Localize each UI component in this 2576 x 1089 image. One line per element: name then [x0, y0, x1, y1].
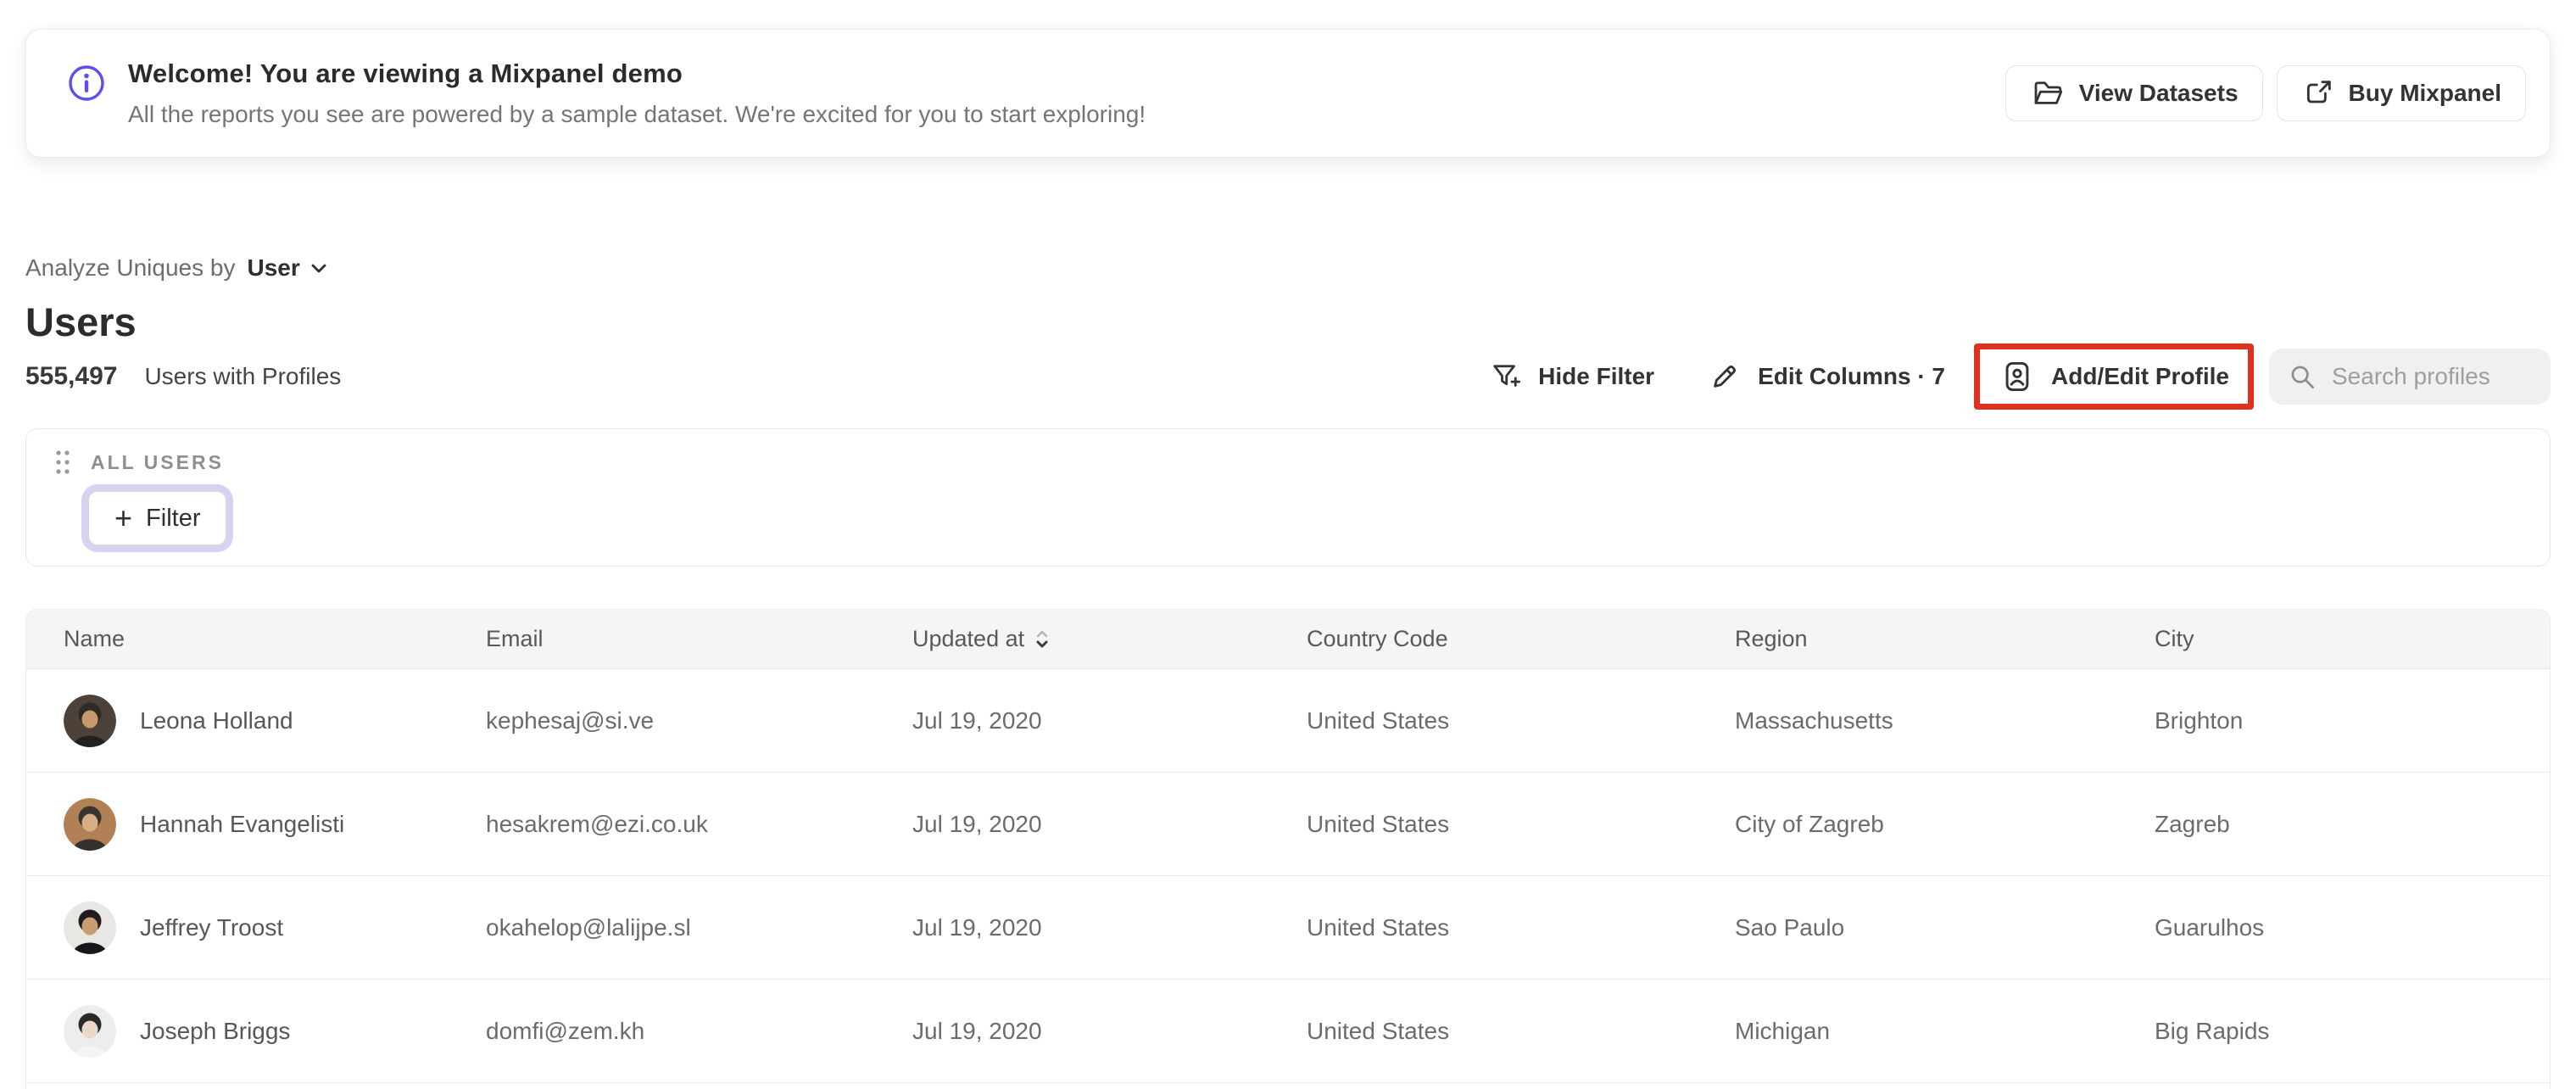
- user-email: domfi@zem.kh: [486, 1017, 645, 1044]
- analyze-uniques-dropdown[interactable]: User: [247, 254, 328, 282]
- plus-icon: +: [114, 500, 133, 535]
- user-city: Big Rapids: [2155, 1017, 2270, 1044]
- column-header-email[interactable]: Email: [486, 626, 912, 652]
- user-name-cell: Leona Holland: [64, 694, 486, 747]
- hide-filter-label: Hide Filter: [1538, 363, 1655, 389]
- view-datasets-label: View Datasets: [2078, 80, 2239, 106]
- sort-icon[interactable]: [1034, 628, 1050, 651]
- column-header-country-code[interactable]: Country Code: [1307, 626, 1735, 652]
- edit-columns-button[interactable]: Edit Columns · 7: [1707, 359, 1945, 394]
- banner-message: Welcome! You are viewing a Mixpanel demo…: [67, 59, 1146, 128]
- column-header-name[interactable]: Name: [64, 626, 486, 652]
- table-row[interactable]: [26, 1083, 2550, 1089]
- banner-actions: View Datasets Buy Mixpanel: [2004, 65, 2526, 121]
- user-name-cell: Hannah Evangelisti: [64, 797, 486, 851]
- add-filter-button[interactable]: + Filter: [87, 490, 228, 546]
- info-icon: [67, 64, 106, 103]
- page-title: Users: [25, 299, 137, 344]
- table-row[interactable]: Jeffrey Troost okahelop@lalijpe.sl Jul 1…: [26, 876, 2550, 980]
- banner-subtitle: All the reports you see are powered by a…: [128, 101, 1146, 127]
- user-updated-at: Jul 19, 2020: [912, 810, 1042, 837]
- user-email: hesakrem@ezi.co.uk: [486, 810, 708, 837]
- user-region: Michigan: [1735, 1017, 1831, 1044]
- user-updated-at: Jul 19, 2020: [912, 1017, 1042, 1044]
- buy-mixpanel-button[interactable]: Buy Mixpanel: [2276, 65, 2526, 121]
- chevron-down-icon: [309, 258, 329, 278]
- user-updated-at: Jul 19, 2020: [912, 913, 1042, 941]
- funnel-plus-icon: [1487, 359, 1523, 394]
- user-country: United States: [1307, 810, 1450, 837]
- external-link-icon: [2301, 76, 2335, 110]
- user-name-cell: Jeffrey Troost: [64, 901, 486, 954]
- filter-group-panel: ALL USERS + Filter: [25, 428, 2551, 567]
- user-country: United States: [1307, 706, 1450, 734]
- user-email: okahelop@lalijpe.sl: [486, 913, 691, 941]
- user-city: Brighton: [2155, 706, 2244, 734]
- avatar: [64, 694, 116, 747]
- analyze-uniques-row: Analyze Uniques by User: [25, 254, 329, 282]
- user-city: Guarulhos: [2155, 913, 2265, 941]
- column-header-updated-at[interactable]: Updated at: [912, 626, 1307, 652]
- profiles-count-label: Users with Profiles: [144, 363, 342, 389]
- folder-icon: [2030, 75, 2066, 111]
- user-name: Jeffrey Troost: [140, 913, 284, 941]
- table-row[interactable]: Leona Holland kephesaj@si.ve Jul 19, 202…: [26, 669, 2550, 773]
- user-region: Sao Paulo: [1735, 913, 1845, 941]
- analyze-uniques-label: Analyze Uniques by: [25, 254, 236, 281]
- column-header-city[interactable]: City: [2155, 626, 2550, 652]
- search-profiles-input[interactable]: [2332, 363, 2527, 390]
- avatar: [64, 901, 116, 954]
- user-country: United States: [1307, 913, 1450, 941]
- analyze-uniques-value: User: [247, 254, 300, 281]
- user-email: kephesaj@si.ve: [486, 706, 655, 734]
- table-row[interactable]: Hannah Evangelisti hesakrem@ezi.co.uk Ju…: [26, 773, 2550, 876]
- filter-group-header: ALL USERS: [53, 448, 224, 477]
- profile-badge-icon: [1999, 358, 2036, 395]
- hide-filter-button[interactable]: Hide Filter: [1487, 359, 1654, 394]
- avatar: [64, 797, 116, 851]
- user-name: Leona Holland: [140, 706, 293, 734]
- user-name: Joseph Briggs: [140, 1017, 291, 1044]
- column-header-region[interactable]: Region: [1735, 626, 2155, 652]
- table-header: Name Email Updated at Country Code Regio…: [26, 610, 2550, 669]
- search-icon: [2286, 360, 2318, 393]
- table-row[interactable]: Joseph Briggs domfi@zem.kh Jul 19, 2020 …: [26, 980, 2550, 1083]
- add-edit-profile-label: Add/Edit Profile: [2051, 363, 2229, 389]
- pencil-icon: [1707, 359, 1742, 394]
- banner-title: Welcome! You are viewing a Mixpanel demo: [128, 59, 683, 88]
- add-edit-profile-button[interactable]: Add/Edit Profile: [1974, 343, 2254, 410]
- user-city: Zagreb: [2155, 810, 2230, 837]
- drag-handle-icon[interactable]: [53, 448, 72, 477]
- users-table: Name Email Updated at Country Code Regio…: [25, 609, 2551, 1089]
- user-region: City of Zagreb: [1735, 810, 1884, 837]
- stats-toolbar: 555,497 Users with Profiles Hide Filter …: [25, 343, 2551, 410]
- buy-mixpanel-label: Buy Mixpanel: [2348, 80, 2501, 106]
- filter-group-label: ALL USERS: [91, 450, 224, 473]
- user-name-cell: Joseph Briggs: [64, 1004, 486, 1058]
- view-datasets-button[interactable]: View Datasets: [2004, 65, 2263, 121]
- banner-text: Welcome! You are viewing a Mixpanel demo…: [128, 59, 1146, 128]
- avatar: [64, 1004, 116, 1058]
- search-profiles-box[interactable]: [2269, 349, 2551, 405]
- user-country: United States: [1307, 1017, 1450, 1044]
- user-updated-at: Jul 19, 2020: [912, 706, 1042, 734]
- user-name: Hannah Evangelisti: [140, 810, 345, 837]
- profiles-count: 555,497: [25, 362, 118, 390]
- users-page: Welcome! You are viewing a Mixpanel demo…: [0, 0, 2576, 1089]
- add-filter-label: Filter: [146, 504, 201, 532]
- user-region: Massachusetts: [1735, 706, 1893, 734]
- welcome-banner: Welcome! You are viewing a Mixpanel demo…: [25, 29, 2551, 158]
- edit-columns-label: Edit Columns · 7: [1758, 363, 1945, 389]
